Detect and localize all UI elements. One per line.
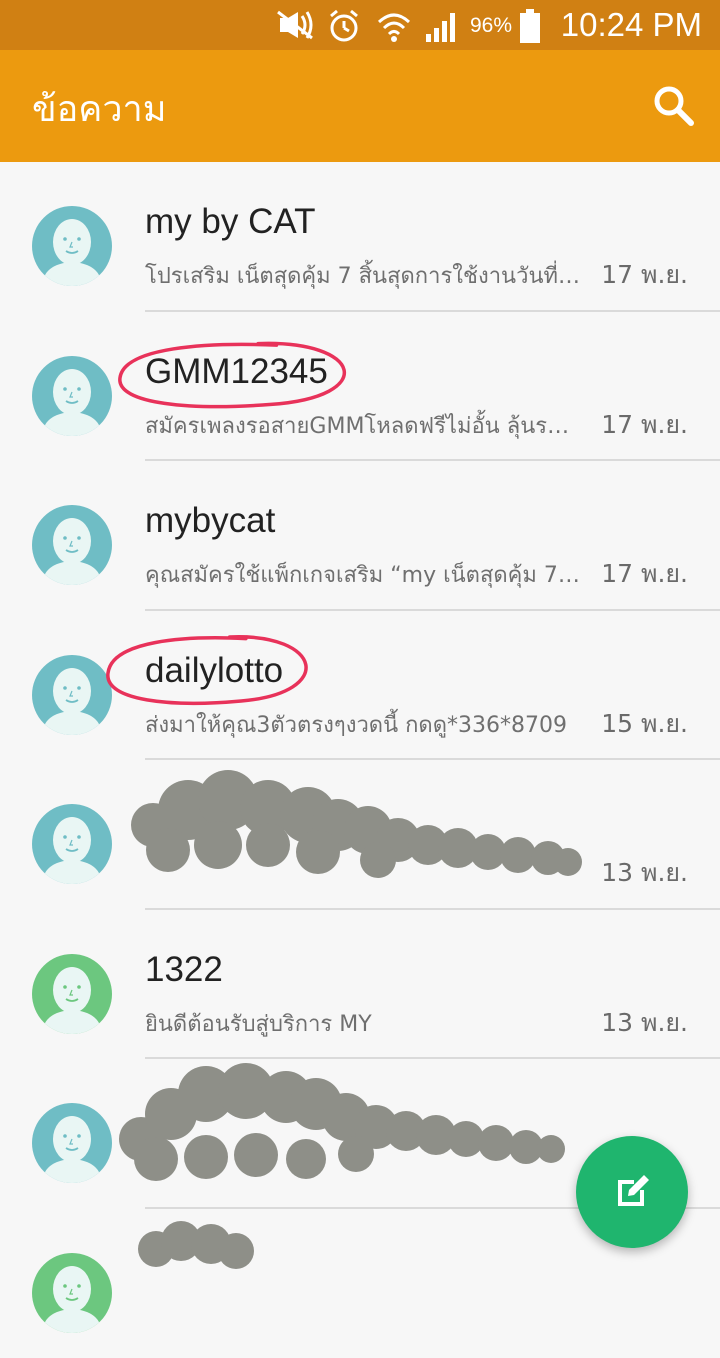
signal-icon [424,8,460,44]
sender-name: my by CAT [145,202,315,242]
avatar[interactable] [32,505,112,585]
search-icon [650,82,698,130]
conversation-row[interactable]: 13 พ.ย. [0,760,720,910]
page-title: ข้อความ [32,80,166,137]
sender-name: 1322 [145,950,223,990]
avatar[interactable] [32,954,112,1034]
message-date: 13 พ.ย. [601,1003,688,1043]
status-time: 10:24 PM [561,6,702,44]
compose-icon [614,1172,652,1210]
conversation-row[interactable]: my by CAT โปรเสริม เน็ตสุดคุ้ม 7 สิ้นสุด… [0,162,720,312]
avatar[interactable] [32,1253,112,1333]
message-preview: คุณสมัครใช้แพ็กเกจเสริม “my เน็ตสุดคุ้ม … [145,557,580,592]
message-date: 17 พ.ย. [601,405,688,445]
message-preview: ส่งมาให้คุณ3ตัวตรงๆงวดนี้ กดดู*336*8709 [145,707,580,742]
conversation-row[interactable]: dailylotto ส่งมาให้คุณ3ตัวตรงๆงวดนี้ กดด… [0,611,720,761]
message-preview: โปรเสริม เน็ตสุดคุ้ม 7 สิ้นสุดการใช้งานว… [145,258,580,293]
message-date: 17 พ.ย. [601,554,688,594]
avatar[interactable] [32,356,112,436]
avatar[interactable] [32,206,112,286]
battery-icon [518,8,542,44]
search-button[interactable] [650,82,698,130]
status-bar: 96% 10:24 PM [0,0,720,50]
message-preview: ยินดีต้อนรับสู่บริการ MY [145,1006,580,1041]
redaction-blob [136,1219,256,1283]
app-bar: ข้อความ [0,50,720,162]
message-date: 15 พ.ย. [601,704,688,744]
sender-name: mybycat [145,501,275,541]
compose-button[interactable] [576,1136,688,1248]
sender-name: GMM12345 [145,352,328,392]
message-date: 13 พ.ย. [601,853,688,893]
message-preview: สมัครเพลงรอสายGMMโหลดฟรีไม่อั้น ลุ้นรางว… [145,408,580,443]
battery-percent: 96% [470,14,512,38]
alarm-icon [326,8,362,44]
redaction-blob [128,770,583,899]
sender-name: dailylotto [145,651,283,691]
avatar[interactable] [32,655,112,735]
avatar[interactable] [32,1103,112,1183]
avatar[interactable] [32,804,112,884]
conversation-row[interactable]: 1322 ยินดีต้อนรับสู่บริการ MY 13 พ.ย. [0,910,720,1060]
message-date: 17 พ.ย. [601,255,688,295]
conversation-row[interactable]: GMM12345 สมัครเพลงรอสายGMMโหลดฟรีไม่อั้น… [0,312,720,462]
mute-icon [272,8,318,42]
conversation-row[interactable]: mybycat คุณสมัครใช้แพ็กเกจเสริม “my เน็ต… [0,461,720,611]
wifi-icon [376,8,412,44]
redaction-blob [116,1059,566,1193]
